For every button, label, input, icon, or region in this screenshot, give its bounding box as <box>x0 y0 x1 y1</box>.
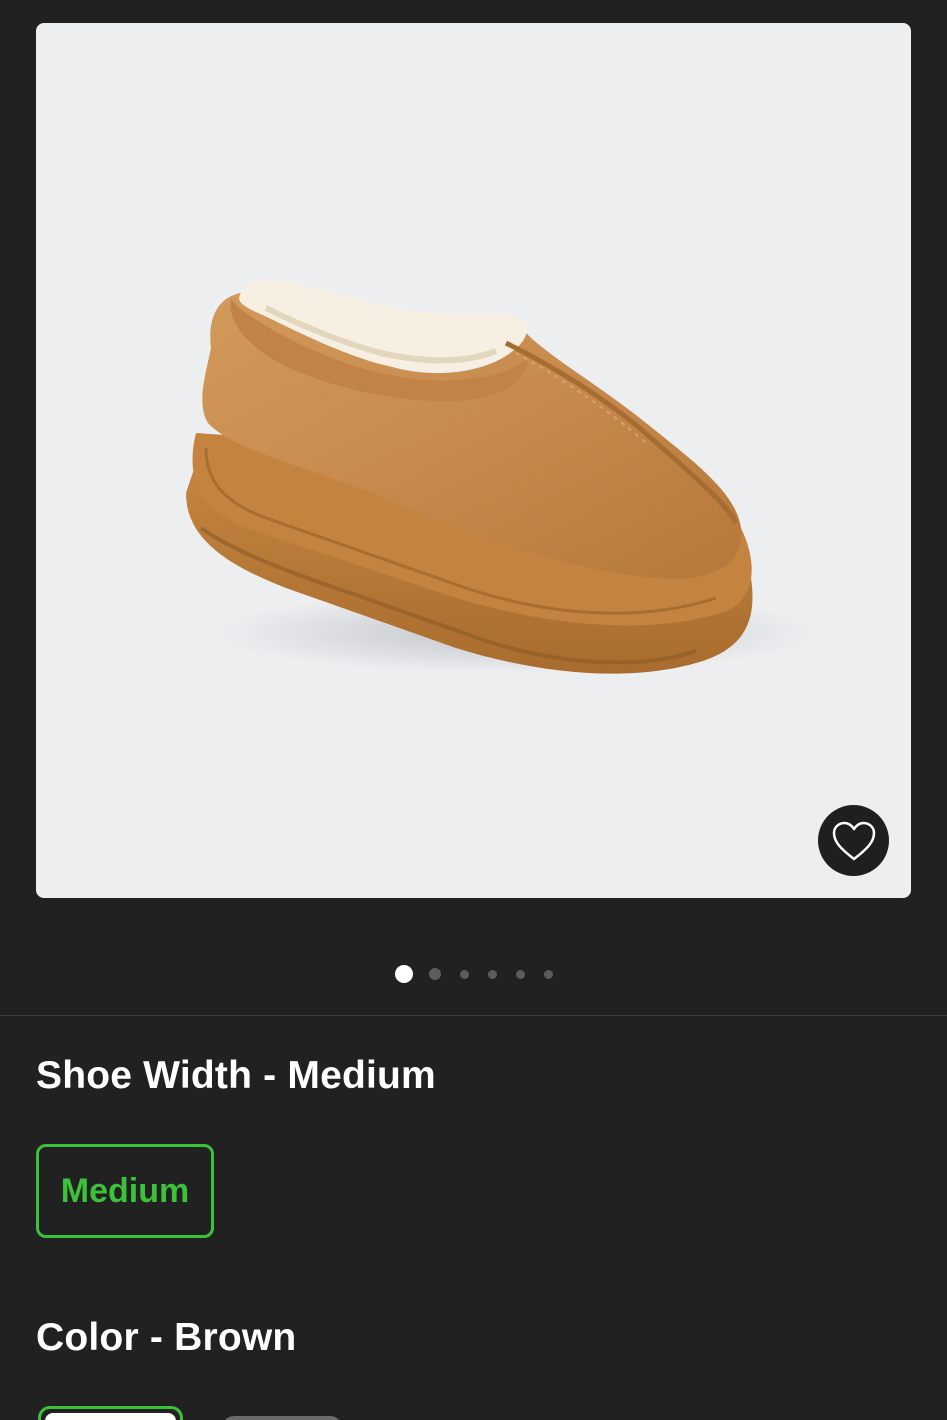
color-title: Color - Brown <box>36 1316 297 1359</box>
slipper-image <box>186 280 816 674</box>
color-swatch-other[interactable] <box>222 1416 342 1420</box>
section-divider <box>0 1015 947 1016</box>
carousel-dot[interactable] <box>459 969 469 979</box>
width-option-medium[interactable]: Medium <box>36 1144 214 1238</box>
product-detail-page: Shoe Width - Medium Medium Color - Brown <box>0 0 947 1420</box>
shoe-width-title: Shoe Width - Medium <box>36 1054 436 1097</box>
carousel-dot-active[interactable] <box>394 965 413 983</box>
swatch-inner <box>45 1413 176 1420</box>
carousel-dot[interactable] <box>515 969 525 979</box>
favorite-button[interactable] <box>818 805 889 876</box>
width-option-label: Medium <box>60 1171 190 1210</box>
product-image[interactable] <box>36 23 911 898</box>
heart-outline-icon <box>832 821 875 860</box>
carousel-dot[interactable] <box>487 969 497 979</box>
carousel-dot[interactable] <box>543 969 553 979</box>
carousel-dot[interactable] <box>428 968 441 980</box>
image-carousel-indicator[interactable] <box>0 964 947 984</box>
color-swatch-brown[interactable] <box>38 1406 183 1420</box>
